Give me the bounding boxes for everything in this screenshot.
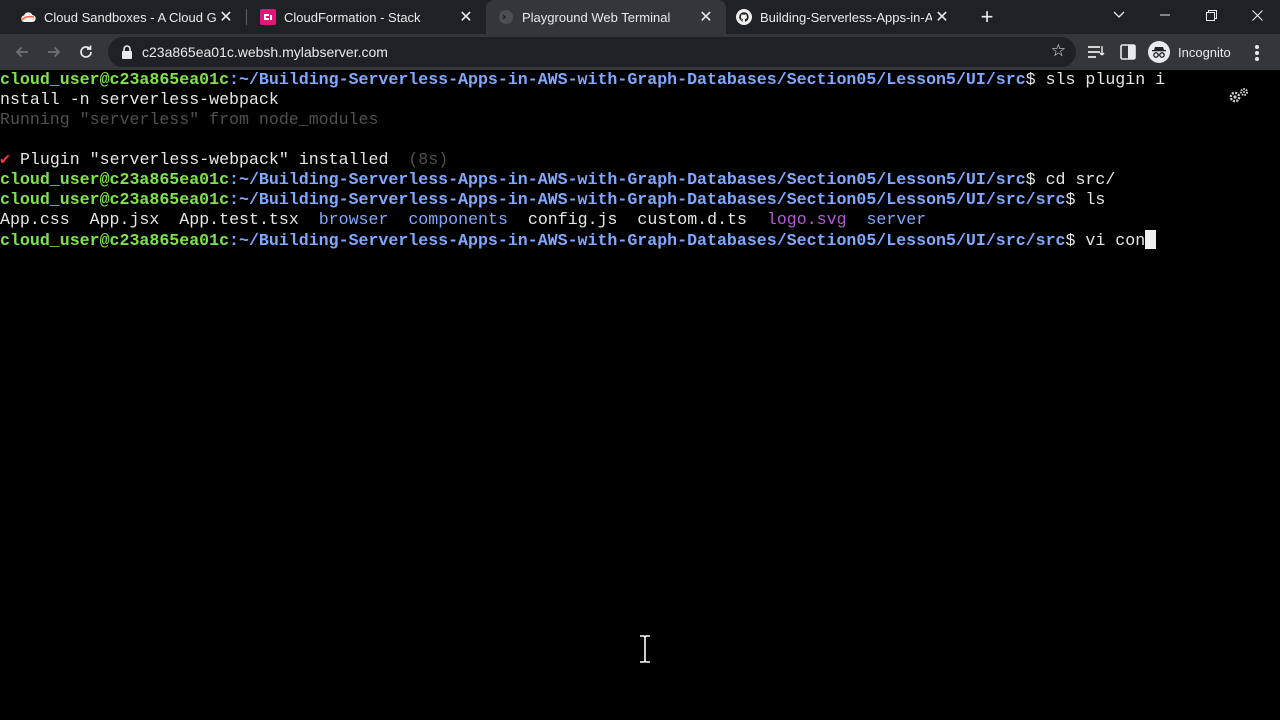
reload-button[interactable] <box>74 40 98 64</box>
check-mark-icon: ✔ <box>0 150 10 169</box>
tab-cloudformation[interactable]: CloudFormation - Stack ✕ <box>240 0 486 34</box>
tab-title: Playground Web Terminal <box>522 9 671 25</box>
command-text: $ vi con <box>1065 231 1146 250</box>
new-tab-button[interactable]: + <box>976 4 998 29</box>
prompt-path: :~/Building-Serverless-Apps-in-AWS-with-… <box>229 190 1066 209</box>
ls-file: App.css <box>0 210 70 229</box>
ls-directory: browser <box>318 210 389 229</box>
terminal-line-5: ✔ Plugin "serverless-webpack" installed … <box>0 150 448 170</box>
tab-strip: Cloud Sandboxes - A Cloud Guru ✕ CloudFo… <box>0 0 1280 34</box>
forward-arrow-icon <box>48 46 61 58</box>
incognito-label: Incognito <box>1178 44 1231 60</box>
cloudformation-icon <box>260 9 276 25</box>
tab-title: Building-Serverless-Apps-in-AWS <box>760 9 932 25</box>
tab-search-button[interactable] <box>1096 0 1142 30</box>
elapsed-time: (8s) <box>388 150 449 169</box>
ls-file: config.js <box>527 210 618 229</box>
address-bar[interactable]: c23a865ea01c.websh.mylabserver.com ☆ <box>108 37 1076 67</box>
tab-cloud-sandboxes[interactable]: Cloud Sandboxes - A Cloud Guru ✕ <box>0 0 246 34</box>
incognito-profile-button[interactable]: Incognito <box>1148 39 1231 65</box>
ls-file: custom.d.ts <box>637 210 747 229</box>
close-icon[interactable]: ✕ <box>216 7 236 27</box>
restore-button[interactable] <box>1188 0 1234 30</box>
prompt-path: :~/Building-Serverless-Apps-in-AWS-with-… <box>229 70 1026 89</box>
lock-icon[interactable] <box>120 44 134 60</box>
terminal-line-2: nstall -n serverless-webpack <box>0 90 279 109</box>
terminal-line-1: cloud_user@c23a865ea01c:~/Building-Serve… <box>0 70 1165 90</box>
ls-image-file: logo.svg <box>766 210 847 229</box>
command-text: $ sls plugin i <box>1025 70 1166 89</box>
browser-toolbar: c23a865ea01c.websh.mylabserver.com ☆ Inc… <box>0 34 1280 70</box>
back-arrow-icon <box>15 46 28 58</box>
back-button[interactable] <box>10 40 34 64</box>
terminal-icon <box>498 9 514 25</box>
minimize-button[interactable] <box>1142 0 1188 30</box>
ls-directory: server <box>866 210 927 229</box>
tab-playground-terminal[interactable]: Playground Web Terminal ✕ <box>486 0 726 34</box>
ls-file: App.jsx <box>89 210 160 229</box>
web-terminal[interactable]: cloud_user@c23a865ea01c:~/Building-Serve… <box>0 70 1280 720</box>
ls-output: App.css App.jsx App.test.tsx browser com… <box>0 210 926 230</box>
terminal-line-3: Running "serverless" from node_modules <box>0 110 379 129</box>
command-text: $ ls <box>1065 190 1106 209</box>
ls-directory: components <box>408 210 508 229</box>
forward-button[interactable] <box>42 40 66 64</box>
prompt-user: cloud_user@c23a865ea01c <box>0 190 230 209</box>
url-text[interactable]: c23a865ea01c.websh.mylabserver.com <box>142 44 388 60</box>
close-icon[interactable]: ✕ <box>456 7 476 27</box>
reading-list-icon[interactable] <box>1085 41 1107 63</box>
ls-file: App.test.tsx <box>179 210 299 229</box>
terminal-line-9: cloud_user@c23a865ea01c:~/Building-Serve… <box>0 230 1157 250</box>
text-cursor-ibeam-icon <box>640 635 650 663</box>
command-text: $ cd src/ <box>1025 170 1116 189</box>
settings-gear-icon[interactable] <box>1228 87 1250 105</box>
incognito-icon <box>1148 41 1170 63</box>
reload-icon <box>80 45 92 58</box>
prompt-user: cloud_user@c23a865ea01c <box>0 170 230 189</box>
more-menu-icon[interactable] <box>1255 45 1259 63</box>
prompt-path: :~/Building-Serverless-Apps-in-AWS-with-… <box>229 231 1066 250</box>
tab-title: Cloud Sandboxes - A Cloud Guru <box>44 9 216 25</box>
terminal-cursor <box>1145 230 1157 249</box>
github-icon <box>736 9 752 25</box>
close-window-button[interactable] <box>1234 0 1280 30</box>
bookmark-star-icon[interactable]: ☆ <box>1051 41 1066 61</box>
tab-github-repo[interactable]: Building-Serverless-Apps-in-AWS ✕ <box>726 0 966 34</box>
prompt-user: cloud_user@c23a865ea01c <box>0 70 230 89</box>
cloud-icon <box>20 9 36 25</box>
close-icon[interactable]: ✕ <box>932 7 952 27</box>
prompt-user: cloud_user@c23a865ea01c <box>0 231 230 250</box>
side-panel-icon[interactable] <box>1117 41 1139 63</box>
plugin-installed-text: Plugin "serverless-webpack" installed <box>10 150 389 169</box>
terminal-line-7: cloud_user@c23a865ea01c:~/Building-Serve… <box>0 190 1105 210</box>
prompt-path: :~/Building-Serverless-Apps-in-AWS-with-… <box>229 170 1026 189</box>
tab-title: CloudFormation - Stack <box>284 9 421 25</box>
close-icon[interactable]: ✕ <box>696 7 716 27</box>
terminal-line-6: cloud_user@c23a865ea01c:~/Building-Serve… <box>0 170 1115 190</box>
